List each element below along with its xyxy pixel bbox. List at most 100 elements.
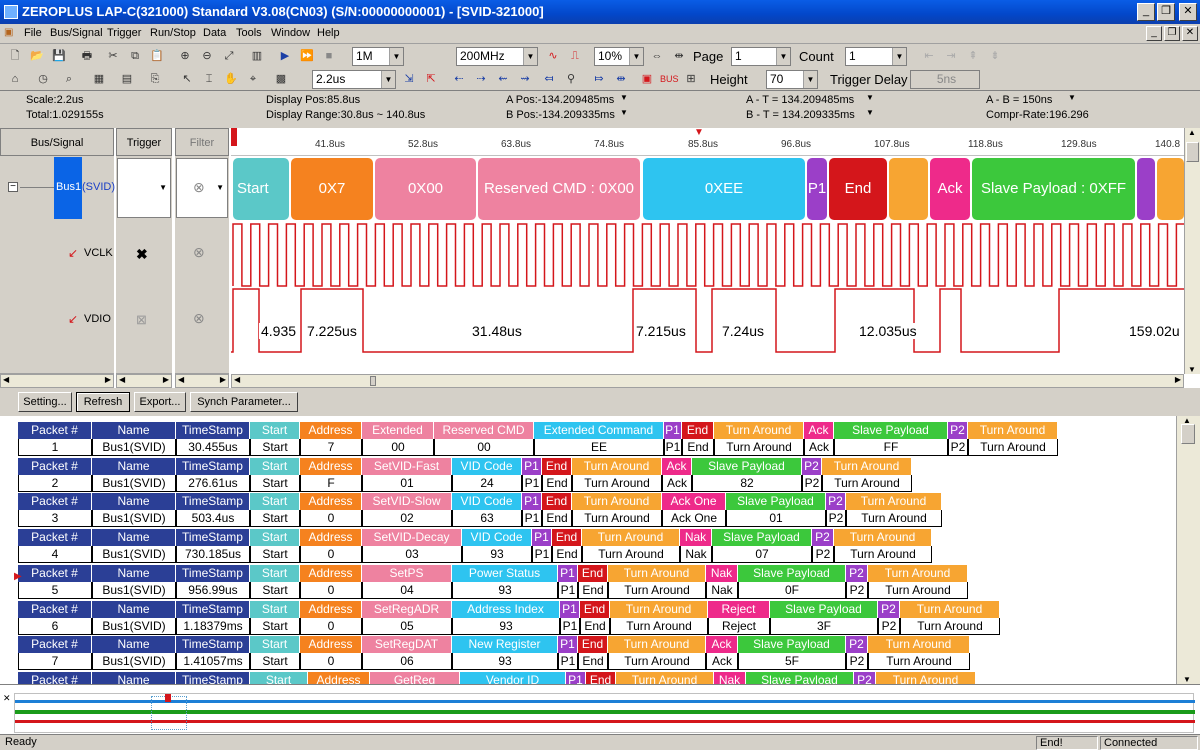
- packet-field-value[interactable]: 01: [362, 474, 452, 492]
- trigger-delay-input[interactable]: 5ns: [910, 70, 980, 89]
- a-pos-dropdown-icon[interactable]: ▼: [620, 93, 628, 102]
- search-next-icon[interactable]: ⇲: [400, 70, 418, 88]
- packet-field-value[interactable]: P2: [878, 617, 900, 635]
- packet-field-value[interactable]: P2: [846, 653, 868, 671]
- export-button[interactable]: Export...: [134, 392, 186, 412]
- grid-icon[interactable]: ▩: [272, 70, 290, 88]
- bus-decode-icon[interactable]: ▦: [90, 70, 108, 88]
- packet-field-value[interactable]: Ack One: [662, 510, 726, 528]
- packet-field-value[interactable]: 7: [300, 439, 362, 456]
- packet-field-value[interactable]: Start: [250, 474, 300, 492]
- close-button[interactable]: ✕: [1179, 3, 1197, 21]
- packet-field-value[interactable]: 93: [452, 653, 558, 671]
- packet-field-value[interactable]: 06: [362, 653, 452, 671]
- packet-field-value[interactable]: End: [578, 653, 608, 671]
- copy-icon[interactable]: ⧉: [126, 47, 144, 65]
- menu-bus-signal[interactable]: Bus/Signal: [50, 27, 103, 39]
- packet-field-value[interactable]: 24: [452, 474, 522, 492]
- packet-field-value[interactable]: 3F: [770, 617, 878, 635]
- bus-name[interactable]: Bus1: [56, 181, 81, 193]
- cursor-t-left-icon[interactable]: ⤆: [540, 70, 558, 88]
- filter-vclk-icon[interactable]: ⊗: [193, 244, 205, 261]
- search-device-icon[interactable]: ⌕: [60, 70, 78, 88]
- packet-field-value[interactable]: Turn Around: [822, 474, 912, 492]
- names-hscroll[interactable]: ◀ ▶: [0, 374, 114, 388]
- packet-field-value[interactable]: 03: [362, 546, 462, 564]
- packet-field-value[interactable]: Turn Around: [868, 581, 968, 599]
- mdi-doc-icon[interactable]: ▣: [4, 27, 13, 38]
- resolution-select[interactable]: 2.2us ▼: [312, 70, 396, 89]
- b-pos-dropdown-icon[interactable]: ▼: [620, 108, 628, 117]
- packet-field-value[interactable]: P1: [558, 581, 578, 599]
- packet-field-value[interactable]: 5: [18, 581, 92, 599]
- packet-field-value[interactable]: 63: [452, 510, 522, 528]
- bus-segment[interactable]: Slave Payload : 0XFF: [972, 158, 1135, 220]
- a-b-readout[interactable]: A - B = 150ns: [986, 94, 1052, 106]
- cursor-a-right-icon[interactable]: ⇢: [472, 70, 490, 88]
- packet-field-value[interactable]: 93: [452, 617, 560, 635]
- memory-depth-select[interactable]: 1M ▼: [352, 47, 404, 66]
- paste-icon[interactable]: 📋: [148, 47, 166, 65]
- filter-header[interactable]: Filter: [175, 128, 229, 156]
- hand-icon[interactable]: ✋: [222, 70, 240, 88]
- packet-field-value[interactable]: FF: [834, 439, 948, 456]
- packet-field-value[interactable]: Turn Around: [968, 439, 1058, 456]
- packet-field-value[interactable]: 0: [300, 617, 362, 635]
- packet-field-value[interactable]: Turn Around: [900, 617, 1000, 635]
- packet-field-value[interactable]: End: [682, 439, 714, 456]
- cursor-a-marker[interactable]: [231, 128, 237, 146]
- packet-field-value[interactable]: 07: [712, 546, 812, 564]
- refresh-button[interactable]: Refresh: [76, 392, 130, 412]
- packet-field-value[interactable]: End: [542, 474, 572, 492]
- packet-field-value[interactable]: 30.455us: [176, 439, 250, 456]
- packet-field-value[interactable]: 0: [300, 653, 362, 671]
- bus-segment[interactable]: End: [829, 158, 887, 220]
- print-icon[interactable]: 🖶: [78, 47, 96, 65]
- bus-segment[interactable]: P1: [807, 158, 827, 220]
- packet-field-value[interactable]: P2: [802, 474, 822, 492]
- packet-field-value[interactable]: 3: [18, 510, 92, 528]
- prev-page-icon[interactable]: ⇤: [920, 47, 938, 65]
- packet-field-value[interactable]: Ack: [662, 474, 692, 492]
- trigger-hscroll[interactable]: ◀ ▶: [116, 374, 172, 388]
- packet-field-value[interactable]: P1: [532, 546, 552, 564]
- setting-button[interactable]: Setting...: [18, 392, 72, 412]
- packet-field-value[interactable]: Bus1(SVID): [92, 510, 176, 528]
- menu-trigger[interactable]: Trigger: [107, 27, 141, 39]
- a-pos-readout[interactable]: A Pos:-134.209485ms: [506, 94, 614, 106]
- packet-field-value[interactable]: 0: [300, 546, 362, 564]
- signal-waveforms[interactable]: [231, 220, 1184, 355]
- trigger-marker-icon[interactable]: ▼: [694, 127, 704, 138]
- minimize-button[interactable]: _: [1137, 3, 1155, 21]
- zoom-fit-icon[interactable]: ⤢: [220, 47, 238, 65]
- a-b-dropdown-icon[interactable]: ▼: [1068, 93, 1076, 102]
- device-icon[interactable]: ▥: [248, 47, 266, 65]
- bus-segment[interactable]: Ack: [930, 158, 970, 220]
- clock-icon[interactable]: ◷: [34, 70, 52, 88]
- packet-field-value[interactable]: P2: [812, 546, 834, 564]
- packet-list-icon[interactable]: ▤: [118, 70, 136, 88]
- trigger-dont-care-icon[interactable]: ✖: [136, 246, 148, 263]
- packet-field-value[interactable]: Turn Around: [572, 474, 662, 492]
- packet-field-value[interactable]: Nak: [706, 581, 738, 599]
- home-icon[interactable]: ⌂: [6, 70, 24, 88]
- filter-hscroll[interactable]: ◀ ▶: [175, 374, 229, 388]
- signal-wave-icon[interactable]: ⎍: [566, 47, 584, 65]
- zoom-shrink-icon[interactable]: ⇹: [670, 47, 688, 65]
- packet-field-value[interactable]: End: [552, 546, 582, 564]
- packet-field-value[interactable]: Start: [250, 617, 300, 635]
- packet-field-value[interactable]: 00: [362, 439, 434, 456]
- waveform-vscroll[interactable]: ▲ ▼: [1184, 128, 1200, 374]
- packet-field-value[interactable]: 1.18379ms: [176, 617, 250, 635]
- packet-field-value[interactable]: Turn Around: [846, 510, 942, 528]
- packet-field-value[interactable]: End: [578, 581, 608, 599]
- packet-field-value[interactable]: Turn Around: [714, 439, 804, 456]
- packet-field-value[interactable]: 276.61us: [176, 474, 250, 492]
- height-select[interactable]: 70 ▼: [766, 70, 818, 89]
- packet-field-value[interactable]: 00: [434, 439, 534, 456]
- first-page-icon[interactable]: ⇞: [964, 47, 982, 65]
- a-t-dropdown-icon[interactable]: ▼: [866, 93, 874, 102]
- cursor-b-left-icon[interactable]: ⇜: [494, 70, 512, 88]
- packet-field-value[interactable]: Turn Around: [608, 653, 706, 671]
- zoom-in-icon[interactable]: ⊕: [176, 47, 194, 65]
